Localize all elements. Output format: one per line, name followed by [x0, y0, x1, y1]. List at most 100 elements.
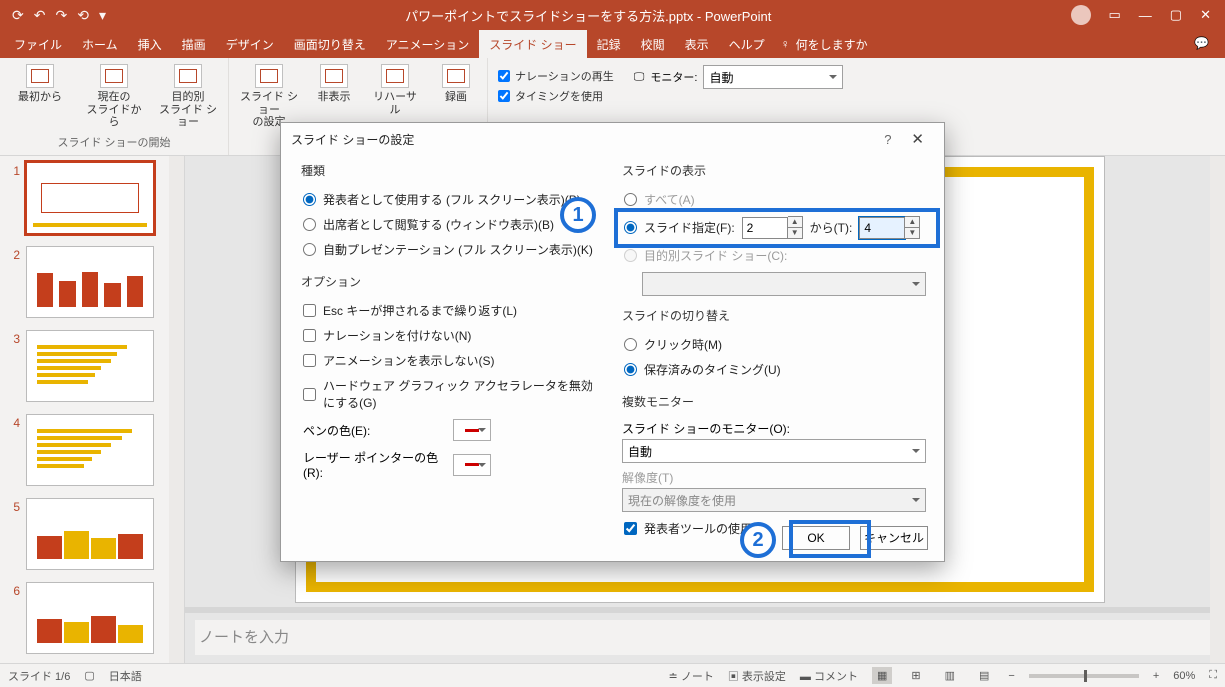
from-current-button[interactable]: 現在の スライドから	[84, 64, 144, 129]
editor-scrollbar[interactable]	[1210, 156, 1225, 663]
radio-slide-range-row: スライド指定(F): ▲▼ から(T): ▲▼	[622, 212, 926, 243]
thumbnail-3[interactable]: 3	[0, 324, 184, 408]
qat-more-icon[interactable]: ▾	[99, 7, 106, 24]
user-avatar-icon[interactable]	[1071, 5, 1091, 25]
chk-no-narration[interactable]: ナレーションを付けない(N)	[301, 323, 602, 348]
slide-thumbnail-panel: 1 2 3 4 5 6	[0, 156, 185, 663]
play-current-icon	[100, 64, 128, 88]
thumbnail-2[interactable]: 2	[0, 240, 184, 324]
play-narration-check[interactable]: ナレーションの再生	[498, 66, 614, 86]
thumbnail-6[interactable]: 6	[0, 576, 184, 660]
tab-file[interactable]: ファイル	[4, 30, 72, 58]
tab-review[interactable]: 校閲	[631, 30, 675, 58]
radio-slide-range[interactable]	[624, 221, 637, 234]
view-sorter-icon[interactable]: ⊞	[906, 667, 925, 684]
group-advance: スライドの切り替え クリック時(M) 保存済みのタイミング(U)	[622, 304, 926, 382]
group-label-start: スライド ショーの開始	[10, 133, 218, 153]
window-controls: ▭ — ▢ ✕	[1071, 5, 1220, 25]
quick-access-toolbar: ⟳ ↶ ↷ ⟲ ▾	[6, 7, 106, 24]
tab-insert[interactable]: 挿入	[128, 30, 172, 58]
undo-icon[interactable]: ↶	[34, 7, 46, 24]
range-from-input[interactable]	[742, 217, 788, 239]
tab-transitions[interactable]: 画面切り替え	[284, 30, 376, 58]
tab-draw[interactable]: 描画	[172, 30, 216, 58]
chk-no-animation[interactable]: アニメーションを表示しない(S)	[301, 348, 602, 373]
zoom-slider[interactable]	[1029, 674, 1139, 678]
radio-all-slides[interactable]: すべて(A)	[622, 187, 926, 212]
range-to[interactable]: ▲▼	[859, 216, 920, 239]
group-title-type: 種類	[301, 159, 602, 187]
repeat-icon[interactable]: ⟲	[77, 7, 89, 24]
spin-up-icon[interactable]: ▲	[905, 217, 919, 228]
ribbon-group-start: 最初から 現在の スライドから 目的別 スライド ショー スライド ショーの開始	[0, 58, 229, 155]
laser-color-label: レーザー ポインターの色(R):	[303, 449, 443, 480]
slideshow-settings-button[interactable]: スライド ショー の設定	[239, 64, 299, 129]
radio-advance-manual[interactable]: クリック時(M)	[622, 332, 926, 357]
tab-design[interactable]: デザイン	[216, 30, 284, 58]
close-icon[interactable]: ✕	[1200, 7, 1211, 23]
rehearse-button[interactable]: リハーサル	[369, 64, 421, 116]
spin-down-icon[interactable]: ▼	[905, 228, 919, 239]
custom-slideshow-button[interactable]: 目的別 スライド ショー	[158, 64, 218, 129]
chk-loop[interactable]: Esc キーが押されるまで繰り返す(L)	[301, 298, 602, 323]
notes-splitter[interactable]	[185, 607, 1210, 613]
maximize-icon[interactable]: ▢	[1170, 7, 1182, 23]
monitor-select[interactable]: 自動	[622, 439, 926, 463]
notes-pane[interactable]: ノートを入力	[195, 620, 1210, 655]
clock-icon	[381, 64, 409, 88]
dialog-close-icon[interactable]: ✕	[901, 130, 934, 148]
notes-toggle[interactable]: ≐ ノート	[669, 668, 714, 684]
zoom-value[interactable]: 60%	[1173, 670, 1195, 682]
zoom-in-icon[interactable]: +	[1153, 670, 1159, 682]
thumbnail-4[interactable]: 4	[0, 408, 184, 492]
tab-animations[interactable]: アニメーション	[376, 30, 480, 58]
tab-slideshow[interactable]: スライド ショー	[479, 30, 586, 58]
ok-button[interactable]: OK	[782, 526, 850, 550]
radio-presenter[interactable]: 発表者として使用する (フル スクリーン表示)(P)	[301, 187, 602, 212]
laser-color-button[interactable]	[453, 454, 491, 476]
hide-icon	[320, 64, 348, 88]
use-timings-check[interactable]: タイミングを使用	[498, 86, 614, 106]
tab-view[interactable]: 表示	[675, 30, 719, 58]
language-indicator[interactable]: 日本語	[109, 668, 142, 684]
thumbnail-5[interactable]: 5	[0, 492, 184, 576]
thumbnail-scrollbar[interactable]	[169, 156, 184, 663]
fit-icon[interactable]: ⛶	[1209, 669, 1217, 682]
accessibility-icon[interactable]: ▢	[84, 669, 94, 682]
bulb-icon: ♀	[781, 37, 790, 51]
pen-color-button[interactable]	[453, 419, 491, 441]
pen-color-label: ペンの色(E):	[303, 422, 443, 439]
thumbnail-1[interactable]: 1	[0, 156, 184, 240]
dialog-help-icon[interactable]: ?	[874, 132, 901, 147]
tab-help[interactable]: ヘルプ	[719, 30, 775, 58]
radio-advance-timing[interactable]: 保存済みのタイミング(U)	[622, 357, 926, 382]
hide-slide-button[interactable]: 非表示	[313, 64, 355, 104]
minimize-icon[interactable]: —	[1139, 8, 1152, 23]
view-slideshow-icon[interactable]: ▤	[974, 667, 994, 684]
autosave-icon[interactable]: ⟳	[12, 7, 24, 24]
range-from[interactable]: ▲▼	[742, 216, 803, 239]
from-beginning-button[interactable]: 最初から	[10, 64, 70, 104]
zoom-out-icon[interactable]: −	[1008, 670, 1014, 682]
status-bar: スライド 1/6 ▢ 日本語 ≐ ノート ▣ 表示設定 ▬ コメント ▦ ⊞ ▥…	[0, 663, 1225, 687]
share-icon[interactable]: 💬	[1182, 30, 1221, 58]
view-normal-icon[interactable]: ▦	[872, 667, 892, 684]
display-settings[interactable]: ▣ 表示設定	[728, 668, 786, 684]
tab-home[interactable]: ホーム	[72, 30, 128, 58]
radio-kiosk[interactable]: 自動プレゼンテーション (フル スクリーン表示)(K)	[301, 237, 602, 262]
ribbon-display-icon[interactable]: ▭	[1109, 7, 1121, 23]
resolution-select: 現在の解像度を使用	[622, 488, 926, 512]
chk-disable-hw[interactable]: ハードウェア グラフィック アクセラレータを無効にする(G)	[301, 373, 602, 415]
view-reading-icon[interactable]: ▥	[940, 667, 960, 684]
monitor-select[interactable]: 自動	[703, 65, 843, 89]
record-button[interactable]: 録画	[435, 64, 477, 104]
redo-icon[interactable]: ↷	[55, 7, 67, 24]
cancel-button[interactable]: キャンセル	[860, 526, 928, 550]
tab-record[interactable]: 記録	[587, 30, 631, 58]
radio-browsed[interactable]: 出席者として閲覧する (ウィンドウ表示)(B)	[301, 212, 602, 237]
spin-down-icon[interactable]: ▼	[788, 228, 802, 239]
spin-up-icon[interactable]: ▲	[788, 217, 802, 228]
tell-me[interactable]: ♀ 何をしますか	[781, 30, 868, 58]
range-to-input[interactable]	[859, 217, 905, 239]
comments-toggle[interactable]: ▬ コメント	[800, 668, 858, 684]
